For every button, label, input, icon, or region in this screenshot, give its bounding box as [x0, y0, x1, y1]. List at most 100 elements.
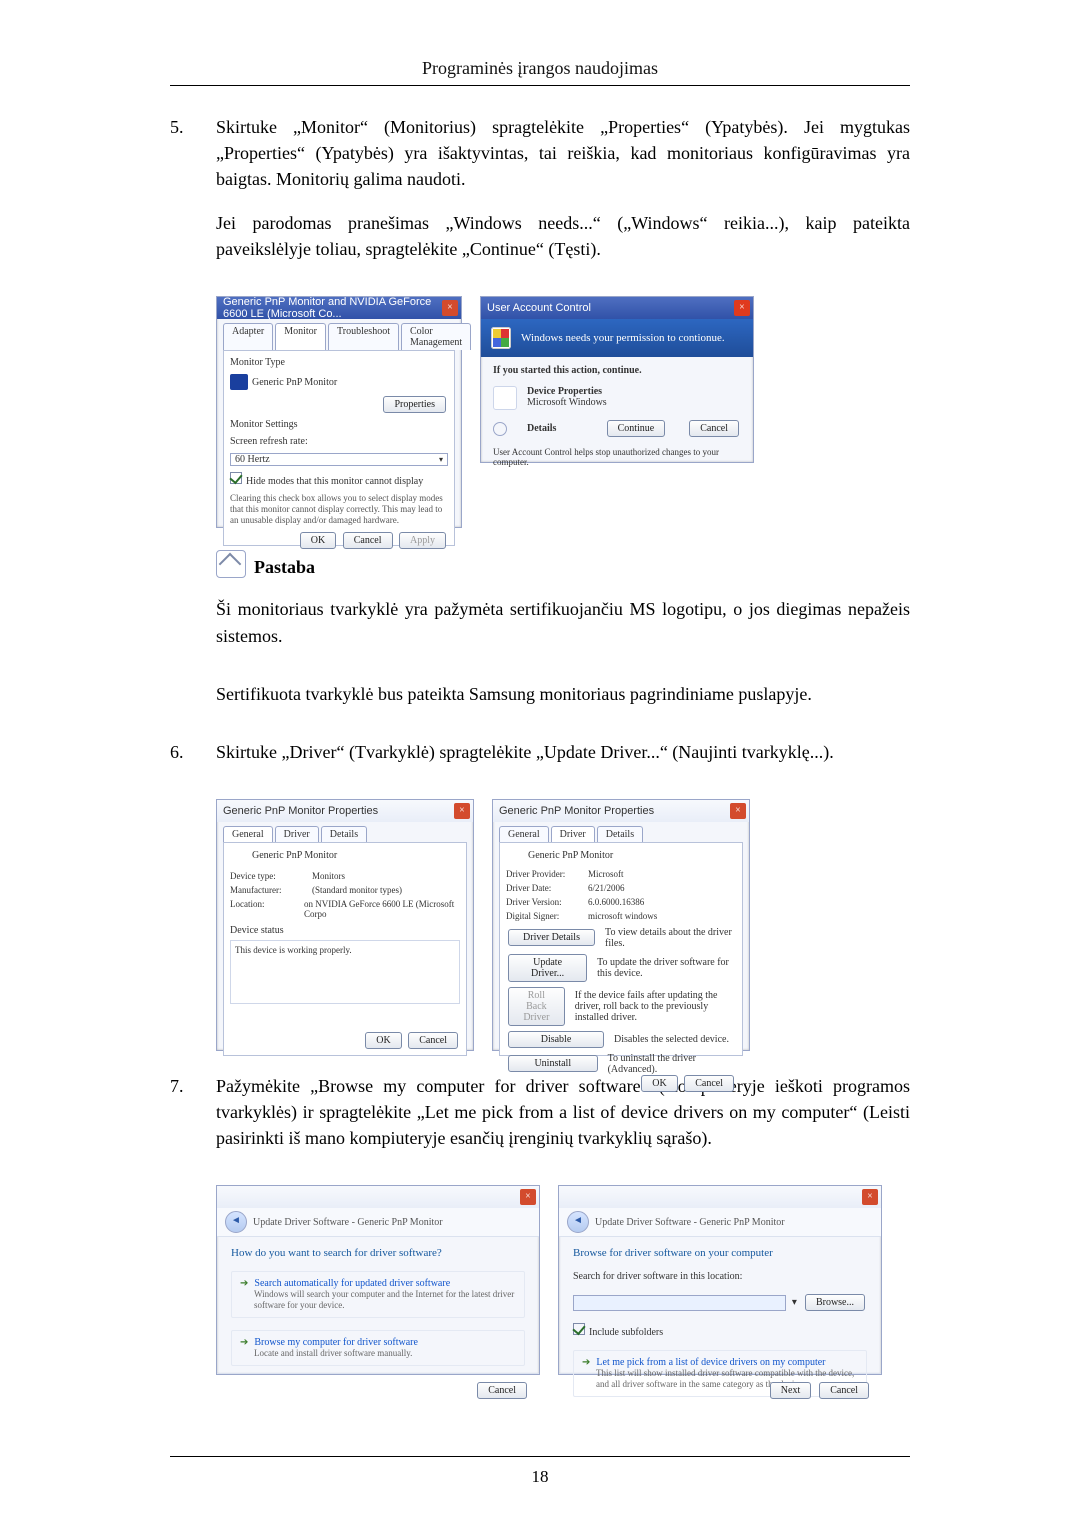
kv-key: Device type: [230, 871, 304, 881]
option-title: Browse my computer for driver software [254, 1337, 418, 1348]
path-input[interactable] [573, 1295, 786, 1311]
cancel-button[interactable]: Cancel [343, 532, 393, 549]
back-icon[interactable]: ◄ [567, 1211, 589, 1233]
tab-driver[interactable]: Driver [275, 826, 319, 842]
kv-val: (Standard monitor types) [312, 885, 402, 895]
arrow-icon: ➔ [240, 1337, 248, 1348]
kv-val: 6.0.6000.16386 [588, 897, 644, 907]
step7-number: 7. [170, 1073, 216, 1169]
monitor-icon [230, 374, 248, 390]
cancel-button[interactable]: Cancel [819, 1382, 869, 1399]
figure-properties-driver: Generic PnP Monitor Properties× General … [492, 799, 750, 1051]
path-dropdown-icon[interactable]: ▾ [792, 1297, 797, 1308]
breadcrumb: Update Driver Software - Generic PnP Mon… [253, 1217, 443, 1228]
app-icon [493, 386, 517, 410]
next-button[interactable]: Next [770, 1382, 811, 1399]
rollback-driver-button[interactable]: Roll Back Driver [508, 987, 565, 1026]
kv-val: Monitors [312, 871, 345, 881]
wizard-heading: Browse for driver software on your compu… [573, 1247, 867, 1259]
tab-details[interactable]: Details [321, 826, 367, 842]
uac-app: Device Properties [527, 386, 607, 397]
back-icon[interactable]: ◄ [225, 1211, 247, 1233]
browse-button[interactable]: Browse... [805, 1294, 865, 1311]
driver-details-button[interactable]: Driver Details [508, 929, 595, 946]
header-rule [170, 85, 910, 86]
apply-button[interactable]: Apply [399, 532, 446, 549]
option-auto-search[interactable]: ➔ Search automatically for updated driver… [231, 1271, 525, 1318]
monitor-name: Generic PnP Monitor [252, 377, 337, 388]
kv-val: Microsoft [588, 869, 624, 879]
option-title: Let me pick from a list of device driver… [596, 1357, 825, 1368]
figure-wizard-search: × ◄ Update Driver Software - Generic PnP … [216, 1185, 540, 1375]
close-icon[interactable]: × [520, 1189, 536, 1205]
btn-desc: Disables the selected device. [614, 1034, 729, 1045]
step5-number: 5. [170, 114, 216, 280]
ok-button[interactable]: OK [365, 1032, 401, 1049]
close-icon[interactable]: × [442, 300, 458, 316]
close-icon[interactable]: × [862, 1189, 878, 1205]
ok-button[interactable]: OK [641, 1075, 677, 1092]
device-status-text: This device is working properly. [231, 941, 459, 959]
cancel-button[interactable]: Cancel [689, 420, 739, 437]
monitor-icon [230, 849, 246, 863]
close-icon[interactable]: × [730, 803, 746, 819]
figure-uac-dialog: User Account Control× Windows needs your… [480, 296, 754, 463]
kv-val: 6/21/2006 [588, 883, 625, 893]
chevron-down-icon: ▾ [439, 455, 443, 464]
tab-troubleshoot[interactable]: Troubleshoot [328, 323, 399, 350]
refresh-label: Screen refresh rate: [230, 436, 448, 447]
tab-adapter[interactable]: Adapter [223, 323, 273, 350]
close-icon[interactable]: × [734, 300, 750, 316]
tab-general[interactable]: General [499, 826, 549, 842]
btn-desc: To view details about the driver files. [605, 927, 736, 949]
refresh-select[interactable]: 60 Hertz▾ [230, 453, 448, 466]
wizard-question: How do you want to search for driver sof… [231, 1247, 525, 1259]
hide-modes-hint: Clearing this check box allows you to se… [230, 493, 448, 525]
step5-para2: Jei parodomas pranešimas „Windows needs.… [216, 210, 910, 262]
hide-modes-label: Hide modes that this monitor cannot disp… [246, 476, 423, 487]
fig2-title: User Account Control [487, 302, 591, 314]
details-toggle[interactable]: Details [527, 423, 556, 434]
page-number: 18 [0, 1467, 1080, 1487]
hide-modes-checkbox[interactable] [230, 472, 242, 484]
tab-monitor[interactable]: Monitor [275, 323, 326, 350]
arrow-icon: ➔ [582, 1357, 590, 1368]
cancel-button[interactable]: Cancel [684, 1075, 734, 1092]
option-title: Search automatically for updated driver … [254, 1278, 450, 1289]
figure-monitor-properties: Generic PnP Monitor and NVIDIA GeForce 6… [216, 296, 462, 528]
fig3-device-name: Generic PnP Monitor [252, 850, 337, 861]
kv-key: Driver Date: [506, 883, 580, 893]
tab-details[interactable]: Details [597, 826, 643, 842]
kv-key: Manufacturer: [230, 885, 304, 895]
fig4-title: Generic PnP Monitor Properties [499, 805, 654, 817]
include-subfolders-checkbox[interactable] [573, 1323, 585, 1335]
option-browse-computer[interactable]: ➔Browse my computer for driver software … [231, 1330, 525, 1366]
uac-started: If you started this action, continue. [493, 365, 741, 376]
device-status-box: This device is working properly. [230, 940, 460, 1004]
arrow-icon: ➔ [240, 1278, 248, 1289]
uninstall-button[interactable]: Uninstall [508, 1055, 598, 1072]
properties-button[interactable]: Properties [383, 396, 446, 413]
cancel-button[interactable]: Cancel [408, 1032, 458, 1049]
shield-icon [491, 327, 511, 349]
note-para2: Sertifikuota tvarkyklė bus pateikta Sams… [216, 681, 910, 707]
note-para1: Ši monitoriaus tvarkyklė yra pažymėta se… [216, 596, 910, 648]
running-header: Programinės įrangos naudojimas [170, 58, 910, 79]
close-icon[interactable]: × [454, 803, 470, 819]
monitor-settings-label: Monitor Settings [230, 419, 448, 430]
continue-button[interactable]: Continue [607, 420, 666, 437]
ok-button[interactable]: OK [300, 532, 336, 549]
tab-general[interactable]: General [223, 826, 273, 842]
kv-key: Driver Version: [506, 897, 580, 907]
btn-desc: To update the driver software for this d… [597, 957, 736, 979]
tab-color-management[interactable]: Color Management [401, 323, 471, 350]
update-driver-button[interactable]: Update Driver... [508, 954, 587, 982]
tab-driver[interactable]: Driver [551, 826, 595, 842]
note-label: Pastaba [254, 557, 315, 578]
btn-desc: To uninstall the driver (Advanced). [608, 1053, 736, 1075]
chevron-down-icon[interactable] [493, 422, 507, 436]
disable-button[interactable]: Disable [508, 1031, 604, 1048]
kv-key: Digital Signer: [506, 911, 580, 921]
cancel-button[interactable]: Cancel [477, 1382, 527, 1399]
kv-val: microsoft windows [588, 911, 657, 921]
